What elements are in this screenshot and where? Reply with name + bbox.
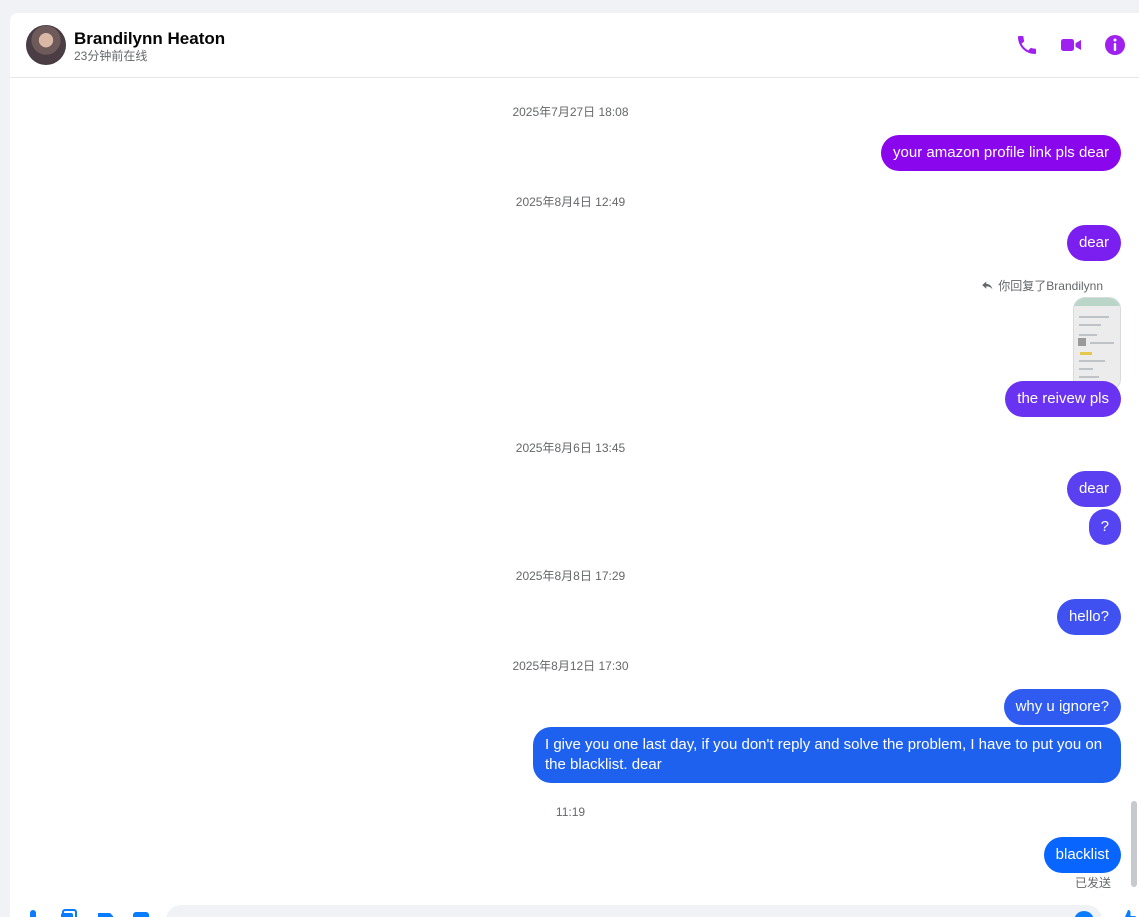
video-camera-icon[interactable] xyxy=(1059,33,1083,57)
reply-icon xyxy=(982,281,993,290)
message-bubble[interactable]: dear xyxy=(1066,471,1121,507)
phone-icon[interactable] xyxy=(1015,33,1039,57)
message-bubble[interactable]: the reivew pls xyxy=(1005,381,1121,417)
message-bubble[interactable]: dear xyxy=(1066,225,1121,261)
timestamp: 2025年8月6日 13:45 xyxy=(515,441,626,455)
message-bubble[interactable]: your amazon profile link pls dear xyxy=(881,135,1121,171)
reply-label: 你回复了Brandilynn xyxy=(998,279,1103,293)
microphone-icon[interactable] xyxy=(24,909,42,917)
timestamp: 11:19 xyxy=(555,805,586,819)
like-icon[interactable] xyxy=(1118,909,1138,917)
sent-status: 已发送 xyxy=(1074,876,1111,890)
timestamp: 2025年8月8日 17:29 xyxy=(515,569,626,583)
sticker-icon[interactable] xyxy=(96,909,114,917)
message-bubble[interactable]: blacklist xyxy=(1043,837,1121,873)
contact-name[interactable]: Brandilynn Heaton xyxy=(74,29,225,49)
gallery-icon[interactable] xyxy=(60,909,78,917)
image-attachment[interactable] xyxy=(1073,297,1121,391)
chat-panel: Brandilynn Heaton 23分钟前在线 2025年7月27日 18:… xyxy=(10,13,1139,917)
composer xyxy=(10,901,1139,917)
timestamp: 2025年8月12日 17:30 xyxy=(512,659,629,673)
message-bubble[interactable]: I give you one last day, if you don't re… xyxy=(533,727,1121,783)
chat-header: Brandilynn Heaton 23分钟前在线 xyxy=(10,13,1139,78)
message-input[interactable] xyxy=(166,905,1102,917)
timestamp: 2025年7月27日 18:08 xyxy=(512,105,629,119)
avatar[interactable] xyxy=(26,25,66,65)
info-icon[interactable] xyxy=(1103,33,1127,57)
message-bubble[interactable]: why u ignore? xyxy=(1003,689,1121,725)
scrollbar[interactable] xyxy=(1131,801,1137,887)
message-bubble[interactable]: hello? xyxy=(1056,599,1121,635)
contact-status: 23分钟前在线 xyxy=(74,49,148,63)
gif-icon[interactable] xyxy=(132,909,150,917)
reply-indicator: 你回复了Brandilynn xyxy=(981,277,1103,294)
timestamp: 2025年8月4日 12:49 xyxy=(515,195,626,209)
message-bubble[interactable]: ? xyxy=(1088,509,1121,545)
